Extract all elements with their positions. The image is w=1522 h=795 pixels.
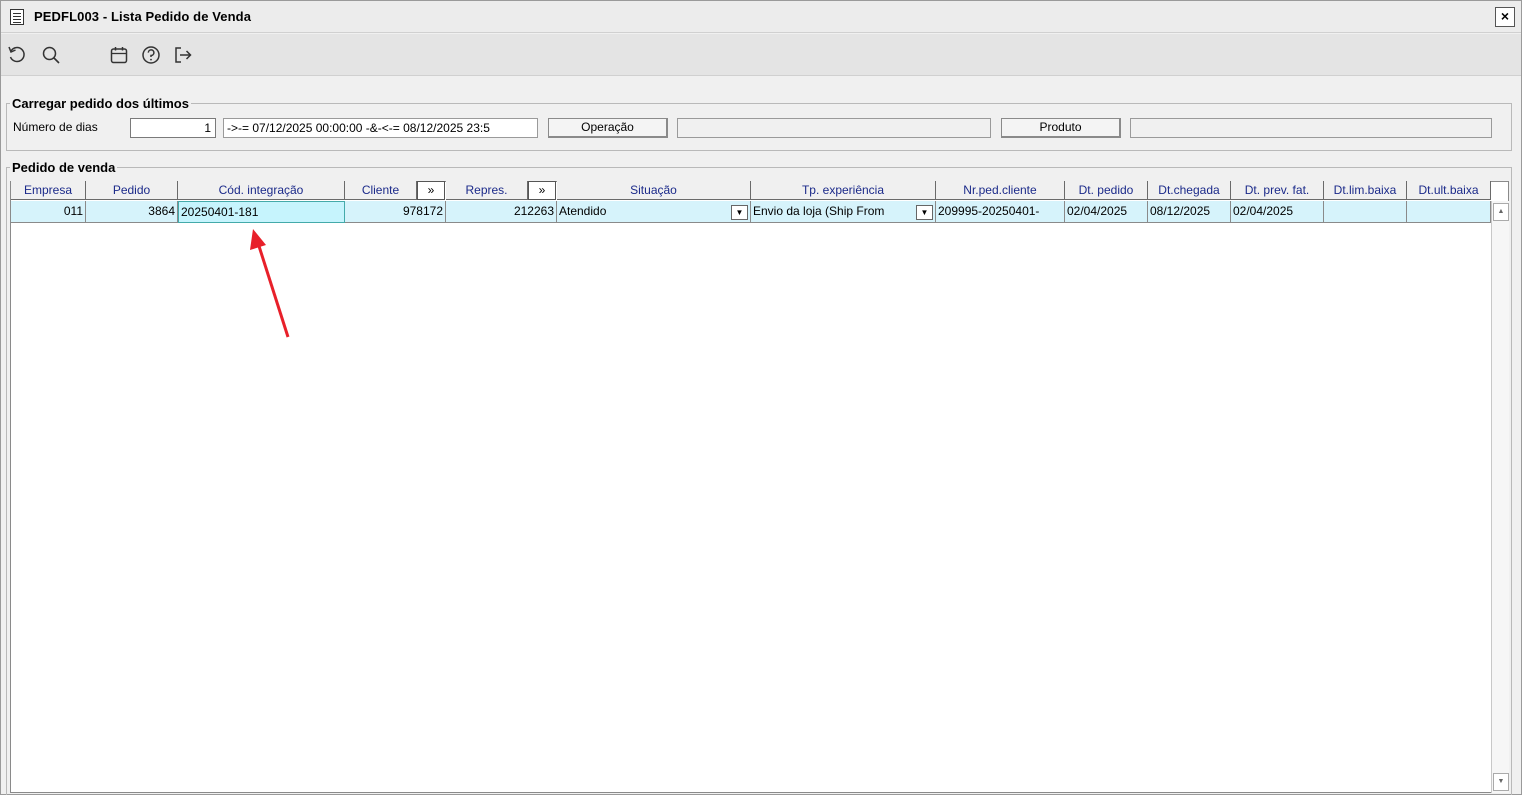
cell-tp-experiencia[interactable]: Envio da loja (Ship From ▼ bbox=[751, 201, 936, 223]
cell-dt-pedido[interactable]: 02/04/2025 bbox=[1065, 201, 1148, 223]
column-header-nr-ped-cliente[interactable]: Nr.ped.cliente bbox=[936, 181, 1065, 200]
orders-legend: Pedido de venda bbox=[12, 160, 116, 175]
expand-cliente-button[interactable]: » bbox=[417, 181, 445, 200]
date-range-display: ->-= 07/12/2025 00:00:00 -&-<-= 08/12/20… bbox=[223, 118, 538, 138]
cell-repres[interactable]: 212263 bbox=[446, 201, 557, 223]
column-header-cod-integracao[interactable]: Cód. integração bbox=[178, 181, 345, 200]
cell-nr-ped-cliente[interactable]: 209995-20250401- bbox=[936, 201, 1065, 223]
cell-cliente[interactable]: 978172 bbox=[345, 201, 446, 223]
search-icon[interactable] bbox=[40, 44, 62, 66]
refresh-icon[interactable] bbox=[6, 44, 28, 66]
situacao-dropdown-arrow-icon[interactable]: ▼ bbox=[731, 205, 748, 220]
annotation-arrow-icon bbox=[250, 229, 290, 338]
close-button[interactable]: × bbox=[1495, 7, 1515, 27]
vertical-scrollbar[interactable]: ▲ ▼ bbox=[1491, 201, 1509, 793]
scroll-down-arrow-icon[interactable]: ▼ bbox=[1493, 773, 1509, 791]
cell-dt-ult-baixa[interactable] bbox=[1407, 201, 1491, 223]
product-field bbox=[1130, 118, 1492, 138]
column-header-cliente[interactable]: Cliente bbox=[345, 181, 417, 200]
scroll-up-arrow-icon[interactable]: ▲ bbox=[1493, 203, 1509, 221]
column-header-pedido[interactable]: Pedido bbox=[86, 181, 178, 200]
column-header-dt-ult-baixa[interactable]: Dt.ult.baixa bbox=[1407, 181, 1491, 200]
app-window: PEDFL003 - Lista Pedido de Venda × Carre… bbox=[0, 0, 1522, 795]
column-header-dt-chegada[interactable]: Dt.chegada bbox=[1148, 181, 1231, 200]
exit-icon[interactable] bbox=[172, 44, 194, 66]
tp-experiencia-dropdown-arrow-icon[interactable]: ▼ bbox=[916, 205, 933, 220]
days-input[interactable]: 1 bbox=[130, 118, 216, 138]
load-filter-legend: Carregar pedido dos últimos bbox=[12, 96, 189, 111]
toolbar bbox=[1, 34, 1521, 76]
window-title: PEDFL003 - Lista Pedido de Venda bbox=[34, 9, 252, 24]
cell-dt-prev-fat[interactable]: 02/04/2025 bbox=[1231, 201, 1324, 223]
column-header-dt-pedido[interactable]: Dt. pedido bbox=[1065, 181, 1148, 200]
cell-cod-integracao[interactable]: 20250401-181 bbox=[178, 201, 345, 223]
product-button[interactable]: Produto bbox=[1001, 118, 1121, 138]
document-icon bbox=[10, 9, 24, 25]
situacao-value: Atendido bbox=[559, 204, 607, 218]
operation-button[interactable]: Operação bbox=[548, 118, 668, 138]
help-icon[interactable] bbox=[140, 44, 162, 66]
cell-situacao[interactable]: Atendido ▼ bbox=[557, 201, 751, 223]
cell-pedido[interactable]: 3864 bbox=[86, 201, 178, 223]
cell-dt-chegada[interactable]: 08/12/2025 bbox=[1148, 201, 1231, 223]
tp-experiencia-value: Envio da loja (Ship From bbox=[753, 204, 885, 218]
column-header-repres[interactable]: Repres. bbox=[446, 181, 528, 200]
column-header-empresa[interactable]: Empresa bbox=[11, 181, 86, 200]
calendar-icon[interactable] bbox=[108, 44, 130, 66]
operation-field bbox=[677, 118, 991, 138]
cell-empresa[interactable]: 011 bbox=[11, 201, 86, 223]
title-bar: PEDFL003 - Lista Pedido de Venda × bbox=[1, 1, 1521, 33]
expand-repres-button[interactable]: » bbox=[528, 181, 556, 200]
orders-grid[interactable] bbox=[10, 181, 1509, 793]
cell-dt-lim-baixa[interactable] bbox=[1324, 201, 1407, 223]
column-header-dt-prev-fat[interactable]: Dt. prev. fat. bbox=[1231, 181, 1324, 200]
column-header-tp-experiencia[interactable]: Tp. experiência bbox=[751, 181, 936, 200]
days-label: Número de dias bbox=[13, 120, 98, 134]
column-header-situacao[interactable]: Situação bbox=[557, 181, 751, 200]
column-header-dt-lim-baixa[interactable]: Dt.lim.baixa bbox=[1324, 181, 1407, 200]
